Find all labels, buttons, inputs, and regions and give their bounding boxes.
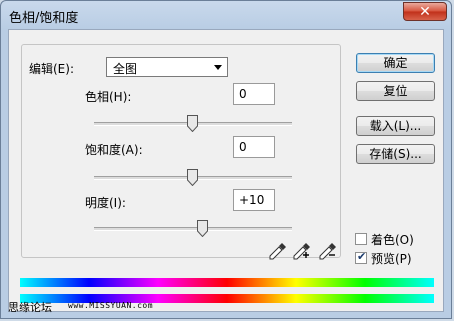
- lightness-slider-track[interactable]: [94, 220, 292, 237]
- saturation-slider-thumb[interactable]: [187, 169, 198, 186]
- window-title: 色相/饱和度: [9, 11, 79, 26]
- eyedropper-minus-icon[interactable]: [318, 241, 338, 261]
- hue-slider-track[interactable]: [94, 115, 292, 132]
- eyedropper-icon[interactable]: [268, 241, 288, 261]
- close-icon: ✕: [419, 4, 431, 20]
- lightness-input[interactable]: +10: [233, 189, 275, 211]
- adjustment-group: 编辑(E): 全图 色相(H): 0 饱和度(A): 0 明度(I): +10: [21, 44, 341, 258]
- hue-input[interactable]: 0: [233, 83, 275, 105]
- lightness-slider-thumb[interactable]: [196, 220, 208, 237]
- watermark-url: www.MISSYUAN.com: [68, 301, 154, 310]
- edit-dropdown-value: 全图: [113, 62, 138, 76]
- preview-label[interactable]: 预览(P): [371, 250, 412, 267]
- hue-saturation-dialog: 色相/饱和度 ✕ 编辑(E): 全图 色相(H): 0 饱和度(A): 0 明度…: [0, 0, 452, 319]
- eyedropper-plus-icon[interactable]: [292, 241, 312, 261]
- colorize-label[interactable]: 着色(O): [371, 231, 414, 248]
- save-button[interactable]: 存储(S)...: [356, 144, 435, 164]
- saturation-input[interactable]: 0: [233, 136, 275, 158]
- title-bar[interactable]: 色相/饱和度 ✕: [1, 1, 451, 29]
- reset-button[interactable]: 复位: [356, 81, 435, 101]
- colorize-checkbox[interactable]: [355, 233, 367, 245]
- lightness-label: 明度(I):: [85, 196, 126, 210]
- preview-checkbox[interactable]: ✔: [355, 250, 367, 264]
- ok-button[interactable]: 确定: [356, 53, 435, 73]
- saturation-slider-track[interactable]: [94, 169, 292, 186]
- hue-label: 色相(H):: [85, 90, 132, 104]
- dialog-body: 编辑(E): 全图 色相(H): 0 饱和度(A): 0 明度(I): +10: [8, 29, 444, 312]
- source-color-spectrum: [20, 278, 434, 287]
- edit-label: 编辑(E):: [29, 62, 74, 76]
- watermark-text: 思缘论坛: [8, 301, 52, 314]
- chevron-down-icon: [214, 65, 222, 70]
- close-button[interactable]: ✕: [403, 2, 447, 21]
- saturation-label: 饱和度(A):: [85, 143, 143, 157]
- hue-slider-thumb[interactable]: [187, 115, 198, 132]
- load-button[interactable]: 载入(L)...: [356, 116, 435, 136]
- check-icon: ✔: [357, 250, 367, 263]
- edit-dropdown[interactable]: 全图: [106, 57, 228, 77]
- watermark: 思缘论坛 www.MISSYUAN.com: [8, 298, 208, 316]
